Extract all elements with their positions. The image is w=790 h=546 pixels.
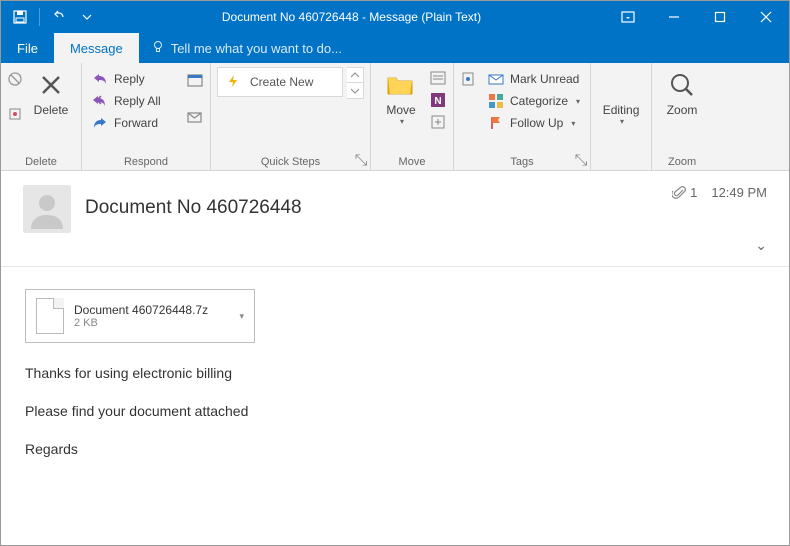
save-icon[interactable] <box>9 6 31 28</box>
maximize-button[interactable] <box>697 1 743 33</box>
tab-file[interactable]: File <box>1 33 54 63</box>
editing-button[interactable]: Editing ▾ <box>597 67 645 128</box>
quick-steps-dialog-launcher[interactable]: ⤡ <box>354 154 368 168</box>
attachment-dropdown[interactable]: ▾ <box>239 311 244 322</box>
assign-policy-icon[interactable] <box>460 71 476 92</box>
move-button[interactable]: Move ▾ <box>377 67 425 128</box>
sender-avatar <box>23 185 71 233</box>
rules-icon[interactable] <box>429 69 447 87</box>
attachment-indicator: 1 <box>672 185 697 200</box>
message-body-area: Document 460726448.7z 2 KB ▾ Thanks for … <box>1 267 789 497</box>
flag-icon <box>488 115 504 131</box>
window-title: Document No 460726448 - Message (Plain T… <box>98 10 605 24</box>
undo-icon[interactable] <box>48 6 70 28</box>
attachment-filename: Document 460726448.7z <box>74 303 208 317</box>
move-folder-icon <box>385 69 417 101</box>
envelope-closed-icon <box>488 71 504 87</box>
group-move: Move ▾ N Move <box>371 63 454 170</box>
minimize-button[interactable] <box>651 1 697 33</box>
group-label-quick-steps: Quick Steps <box>217 153 364 170</box>
group-label-tags: Tags <box>460 153 584 170</box>
body-line-2: Please find your document attached <box>25 403 765 419</box>
junk-icon[interactable] <box>7 106 23 127</box>
message-subject: Document No 460726448 <box>85 197 302 219</box>
tell-me-search[interactable]: Tell me what you want to do... <box>139 33 354 63</box>
onenote-icon[interactable]: N <box>429 91 447 109</box>
categorize-icon <box>488 93 504 109</box>
more-respond-icon[interactable] <box>186 108 204 131</box>
delete-icon <box>35 69 67 101</box>
group-label-respond: Respond <box>88 153 204 170</box>
svg-text:N: N <box>434 96 441 107</box>
received-time: 12:49 PM <box>711 185 767 200</box>
lightning-icon <box>226 74 242 90</box>
attachment-size: 2 KB <box>74 317 208 329</box>
body-line-1: Thanks for using electronic billing <box>25 365 765 381</box>
editing-icon <box>605 69 637 101</box>
group-respond: Reply Reply All Forward Respond <box>82 63 211 170</box>
mark-unread-button[interactable]: Mark Unread <box>484 69 584 89</box>
file-icon <box>36 298 64 334</box>
group-delete: Delete Delete <box>1 63 82 170</box>
actions-icon[interactable] <box>429 113 447 131</box>
group-quick-steps: Create New Quick Steps ⤡ <box>211 63 371 170</box>
chevron-down-icon: ▾ <box>400 117 404 126</box>
forward-button[interactable]: Forward <box>88 113 178 133</box>
paperclip-icon <box>672 186 686 200</box>
reply-icon <box>92 71 108 87</box>
tab-message[interactable]: Message <box>54 33 139 63</box>
group-tags: Mark Unread Categorize▾ Follow Up▾ Tags … <box>454 63 591 170</box>
body-line-3: Regards <box>25 441 765 457</box>
categorize-button[interactable]: Categorize▾ <box>484 91 584 111</box>
group-label-zoom: Zoom <box>658 153 706 170</box>
ribbon: Delete Delete Reply Reply All Forward <box>1 63 789 171</box>
titlebar: Document No 460726448 - Message (Plain T… <box>1 1 789 33</box>
zoom-button[interactable]: Zoom <box>658 67 706 119</box>
tell-me-label: Tell me what you want to do... <box>171 41 342 56</box>
reply-button[interactable]: Reply <box>88 69 178 89</box>
zoom-icon <box>666 69 698 101</box>
tags-dialog-launcher[interactable]: ⤡ <box>574 154 588 168</box>
expand-header-button[interactable]: ⌄ <box>755 237 767 254</box>
close-button[interactable] <box>743 1 789 33</box>
message-header: Document No 460726448 1 12:49 PM ⌄ <box>1 171 789 267</box>
quick-steps-scroll-up[interactable] <box>347 68 363 83</box>
group-zoom: Zoom Zoom <box>652 63 712 170</box>
qat-customize-icon[interactable] <box>76 6 98 28</box>
lightbulb-icon <box>151 40 165 57</box>
ignore-icon[interactable] <box>7 71 23 92</box>
group-editing: Editing ▾ <box>591 63 652 170</box>
delete-button[interactable]: Delete <box>27 67 75 119</box>
attachment-card[interactable]: Document 460726448.7z 2 KB ▾ <box>25 289 255 343</box>
forward-icon <box>92 115 108 131</box>
reply-all-button[interactable]: Reply All <box>88 91 178 111</box>
ribbon-display-options-icon[interactable] <box>605 1 651 33</box>
ribbon-tabs: File Message Tell me what you want to do… <box>1 33 789 63</box>
group-label-delete: Delete <box>7 153 75 170</box>
group-label-move: Move <box>377 153 447 170</box>
reply-all-icon <box>92 93 108 109</box>
quick-step-create-new[interactable]: Create New <box>217 67 343 97</box>
follow-up-button[interactable]: Follow Up▾ <box>484 113 584 133</box>
quick-steps-scroll-down[interactable] <box>347 83 363 98</box>
meeting-icon[interactable] <box>186 71 204 94</box>
